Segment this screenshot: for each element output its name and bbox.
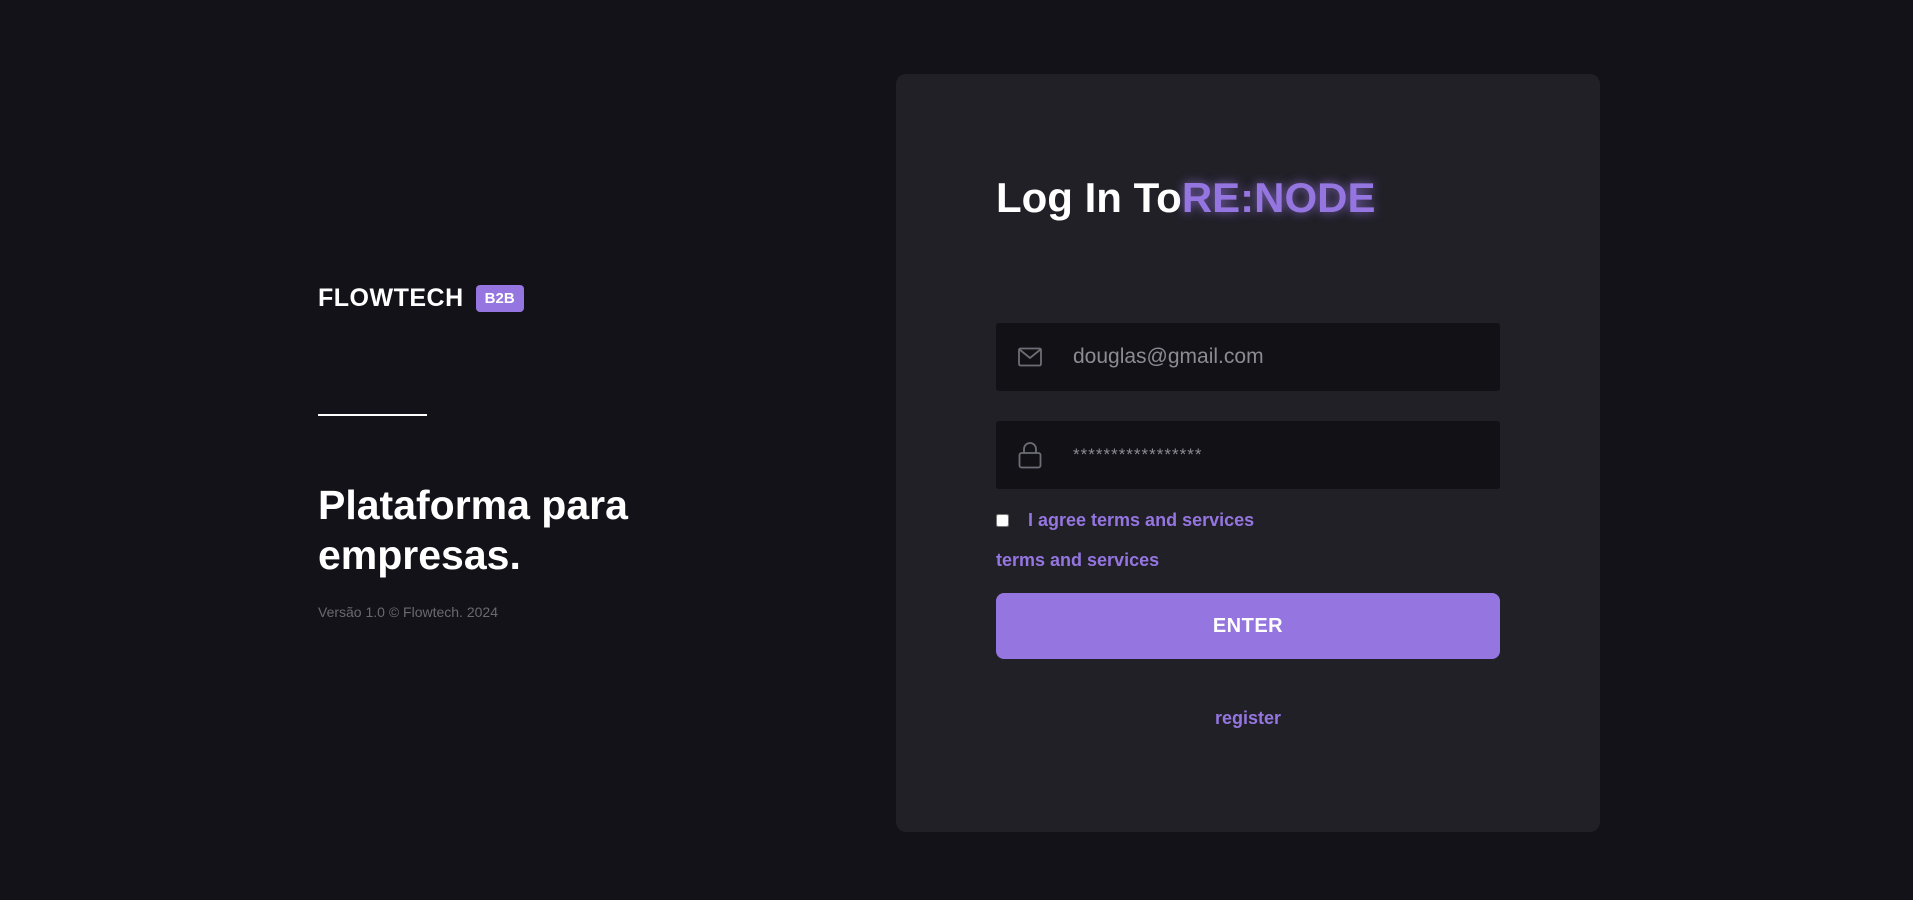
- lock-icon: [996, 421, 1064, 489]
- tagline: Plataforma para empresas.: [318, 482, 628, 578]
- email-input[interactable]: [1064, 323, 1500, 391]
- mail-icon: [996, 323, 1064, 391]
- enter-button[interactable]: ENTER: [996, 593, 1500, 659]
- register-link[interactable]: register: [896, 708, 1600, 729]
- login-title: Log In ToRE:NODE: [996, 174, 1376, 222]
- login-page: FLOWTECH B2B Plataforma para empresas. V…: [0, 0, 1913, 900]
- login-title-prefix: Log In To: [996, 174, 1182, 221]
- brand-name: FLOWTECH: [318, 284, 464, 312]
- agree-terms-row[interactable]: I agree terms and services: [996, 510, 1254, 531]
- brand-divider: [318, 414, 427, 416]
- agree-terms-checkbox[interactable]: [996, 514, 1009, 527]
- brand-logo: FLOWTECH B2B: [318, 284, 524, 313]
- brand-badge: B2B: [475, 285, 524, 312]
- email-field-container: [996, 323, 1500, 391]
- version-text: Versão 1.0 © Flowtech. 2024: [318, 604, 498, 620]
- password-field-container: [996, 421, 1500, 489]
- login-card: Log In ToRE:NODE I agree terms and se: [896, 74, 1600, 832]
- terms-link[interactable]: terms and services: [996, 550, 1159, 571]
- login-title-brand: RE:NODE: [1181, 174, 1376, 221]
- agree-terms-label[interactable]: I agree terms and services: [1028, 510, 1254, 531]
- password-input[interactable]: [1064, 421, 1500, 489]
